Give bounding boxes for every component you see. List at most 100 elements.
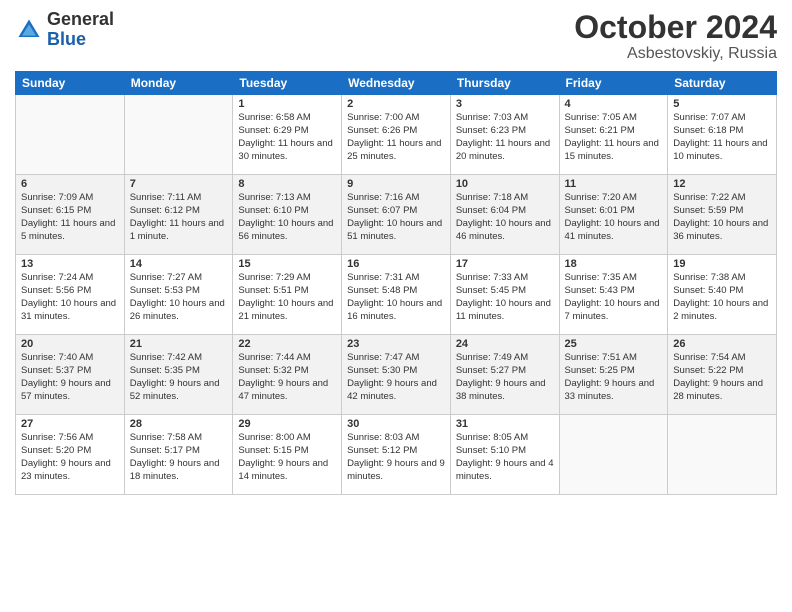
calendar-day-cell: 10Sunrise: 7:18 AMSunset: 6:04 PMDayligh…	[450, 175, 559, 255]
calendar-day-cell: 19 Sunrise: 7:38 AMSunset: 5:40 PMDayligh…	[668, 255, 777, 335]
day-number: 17	[456, 258, 554, 270]
calendar-day-cell: 16 Sunrise: 7:31 AMSunset: 5:48 PMDayligh…	[342, 255, 451, 335]
day-number: 24	[456, 338, 554, 350]
day-info: Sunrise: 7:03 AMSunset: 6:23 PMDaylight:…	[456, 112, 554, 163]
calendar-day-cell: 2 Sunrise: 7:00 AMSunset: 6:26 PMDaylight…	[342, 95, 451, 175]
calendar-day-cell: 9 Sunrise: 7:16 AMSunset: 6:07 PMDaylight…	[342, 175, 451, 255]
calendar-day-cell: 26 Sunrise: 7:54 AMSunset: 5:22 PMDayligh…	[668, 335, 777, 415]
calendar-day-cell: 13 Sunrise: 7:24 AMSunset: 5:56 PMDayligh…	[16, 255, 125, 335]
calendar-day-cell: 20Sunrise: 7:40 AMSunset: 5:37 PMDayligh…	[16, 335, 125, 415]
calendar-day-cell: 14 Sunrise: 7:27 AMSunset: 5:53 PMDayligh…	[124, 255, 233, 335]
day-number: 9	[347, 178, 445, 190]
day-number: 16	[347, 258, 445, 270]
day-number: 8	[238, 178, 336, 190]
day-info: Sunrise: 7:38 AMSunset: 5:40 PMDaylight:…	[673, 272, 771, 323]
day-info: Sunrise: 7:54 AMSunset: 5:22 PMDaylight:…	[673, 352, 771, 403]
day-number: 4	[565, 98, 663, 110]
calendar-week-row: 1 Sunrise: 6:58 AMSunset: 6:29 PMDaylight…	[16, 95, 777, 175]
calendar-day-cell: 18 Sunrise: 7:35 AMSunset: 5:43 PMDayligh…	[559, 255, 668, 335]
calendar-week-row: 20Sunrise: 7:40 AMSunset: 5:37 PMDayligh…	[16, 335, 777, 415]
day-info: Sunrise: 7:56 AMSunset: 5:20 PMDaylight:…	[21, 432, 119, 483]
day-info: Sunrise: 7:35 AMSunset: 5:43 PMDaylight:…	[565, 272, 663, 323]
location: Asbestovskiy, Russia	[574, 45, 777, 63]
day-number: 28	[130, 418, 228, 430]
calendar-day-cell: 22 Sunrise: 7:44 AMSunset: 5:32 PMDayligh…	[233, 335, 342, 415]
day-number: 25	[565, 338, 663, 350]
day-info: Sunrise: 7:27 AMSunset: 5:53 PMDaylight:…	[130, 272, 228, 323]
calendar-day-cell: 24 Sunrise: 7:49 AMSunset: 5:27 PMDayligh…	[450, 335, 559, 415]
day-info: Sunrise: 7:47 AMSunset: 5:30 PMDaylight:…	[347, 352, 445, 403]
calendar-header-tuesday: Tuesday	[233, 72, 342, 95]
day-number: 29	[238, 418, 336, 430]
calendar-day-cell: 28 Sunrise: 7:58 AMSunset: 5:17 PMDayligh…	[124, 415, 233, 495]
logo: General Blue	[15, 10, 114, 50]
calendar-header-thursday: Thursday	[450, 72, 559, 95]
day-info: Sunrise: 7:24 AMSunset: 5:56 PMDaylight:…	[21, 272, 119, 323]
day-info: Sunrise: 7:05 AMSunset: 6:21 PMDaylight:…	[565, 112, 663, 163]
day-number: 15	[238, 258, 336, 270]
day-info: Sunrise: 7:29 AMSunset: 5:51 PMDaylight:…	[238, 272, 336, 323]
calendar-day-cell	[559, 415, 668, 495]
calendar-day-cell: 7Sunrise: 7:11 AMSunset: 6:12 PMDaylight…	[124, 175, 233, 255]
day-number: 19	[673, 258, 771, 270]
calendar-day-cell: 17 Sunrise: 7:33 AMSunset: 5:45 PMDayligh…	[450, 255, 559, 335]
calendar-day-cell: 11 Sunrise: 7:20 AMSunset: 6:01 PMDayligh…	[559, 175, 668, 255]
logo-general: General	[47, 10, 114, 30]
day-info: Sunrise: 7:44 AMSunset: 5:32 PMDaylight:…	[238, 352, 336, 403]
day-number: 3	[456, 98, 554, 110]
day-number: 23	[347, 338, 445, 350]
day-info: Sunrise: 7:51 AMSunset: 5:25 PMDaylight:…	[565, 352, 663, 403]
calendar-week-row: 6 Sunrise: 7:09 AMSunset: 6:15 PMDaylight…	[16, 175, 777, 255]
calendar-header-row: SundayMondayTuesdayWednesdayThursdayFrid…	[16, 72, 777, 95]
calendar-day-cell	[668, 415, 777, 495]
day-info: Sunrise: 7:49 AMSunset: 5:27 PMDaylight:…	[456, 352, 554, 403]
calendar-header-friday: Friday	[559, 72, 668, 95]
day-number: 18	[565, 258, 663, 270]
day-number: 11	[565, 178, 663, 190]
day-number: 31	[456, 418, 554, 430]
calendar-header-sunday: Sunday	[16, 72, 125, 95]
day-info: Sunrise: 7:20 AMSunset: 6:01 PMDaylight:…	[565, 192, 663, 243]
day-number: 2	[347, 98, 445, 110]
day-info: Sunrise: 7:58 AMSunset: 5:17 PMDaylight:…	[130, 432, 228, 483]
month-title: October 2024	[574, 10, 777, 45]
day-number: 12	[673, 178, 771, 190]
calendar-day-cell: 30 Sunrise: 8:03 AMSunset: 5:12 PMDayligh…	[342, 415, 451, 495]
calendar: SundayMondayTuesdayWednesdayThursdayFrid…	[15, 71, 777, 495]
calendar-day-cell: 31 Sunrise: 8:05 AMSunset: 5:10 PMDayligh…	[450, 415, 559, 495]
day-number: 14	[130, 258, 228, 270]
calendar-header-monday: Monday	[124, 72, 233, 95]
logo-text: General Blue	[47, 10, 114, 50]
day-info: Sunrise: 7:09 AMSunset: 6:15 PMDaylight:…	[21, 192, 119, 243]
day-number: 30	[347, 418, 445, 430]
day-number: 26	[673, 338, 771, 350]
day-info: Sunrise: 8:00 AMSunset: 5:15 PMDaylight:…	[238, 432, 336, 483]
day-info: Sunrise: 7:16 AMSunset: 6:07 PMDaylight:…	[347, 192, 445, 243]
logo-icon	[15, 16, 43, 44]
day-number: 22	[238, 338, 336, 350]
day-number: 13	[21, 258, 119, 270]
calendar-day-cell: 23 Sunrise: 7:47 AMSunset: 5:30 PMDayligh…	[342, 335, 451, 415]
day-info: Sunrise: 8:05 AMSunset: 5:10 PMDaylight:…	[456, 432, 554, 483]
day-number: 27	[21, 418, 119, 430]
calendar-day-cell: 21Sunrise: 7:42 AMSunset: 5:35 PMDayligh…	[124, 335, 233, 415]
day-info: Sunrise: 7:33 AMSunset: 5:45 PMDaylight:…	[456, 272, 554, 323]
calendar-day-cell: 29 Sunrise: 8:00 AMSunset: 5:15 PMDayligh…	[233, 415, 342, 495]
calendar-week-row: 13 Sunrise: 7:24 AMSunset: 5:56 PMDayligh…	[16, 255, 777, 335]
page-header: General Blue October 2024 Asbestovskiy, …	[15, 10, 777, 63]
calendar-day-cell: 15 Sunrise: 7:29 AMSunset: 5:51 PMDayligh…	[233, 255, 342, 335]
day-info: Sunrise: 7:31 AMSunset: 5:48 PMDaylight:…	[347, 272, 445, 323]
calendar-header-wednesday: Wednesday	[342, 72, 451, 95]
calendar-day-cell: 6 Sunrise: 7:09 AMSunset: 6:15 PMDaylight…	[16, 175, 125, 255]
day-number: 6	[21, 178, 119, 190]
day-number: 20	[21, 338, 119, 350]
day-info: Sunrise: 8:03 AMSunset: 5:12 PMDaylight:…	[347, 432, 445, 483]
logo-blue: Blue	[47, 30, 114, 50]
day-info: Sunrise: 7:00 AMSunset: 6:26 PMDaylight:…	[347, 112, 445, 163]
day-info: Sunrise: 6:58 AMSunset: 6:29 PMDaylight:…	[238, 112, 336, 163]
day-number: 1	[238, 98, 336, 110]
calendar-week-row: 27 Sunrise: 7:56 AMSunset: 5:20 PMDayligh…	[16, 415, 777, 495]
day-info: Sunrise: 7:22 AMSunset: 5:59 PMDaylight:…	[673, 192, 771, 243]
day-info: Sunrise: 7:11 AMSunset: 6:12 PMDaylight:…	[130, 192, 228, 243]
calendar-day-cell: 5Sunrise: 7:07 AMSunset: 6:18 PMDaylight…	[668, 95, 777, 175]
